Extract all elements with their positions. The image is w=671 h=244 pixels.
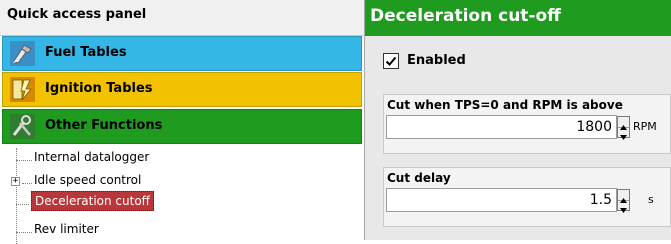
rpm-unit-label: RPM xyxy=(633,120,657,133)
category-ignition-tables-label: Ignition Tables xyxy=(45,81,153,96)
cut-delay-label: Cut delay xyxy=(387,171,451,185)
rpm-threshold-group: Cut when TPS=0 and RPM is above 1800 RPM xyxy=(383,94,671,154)
rpm-threshold-value: 1800 xyxy=(576,119,612,135)
tree-branch-line xyxy=(16,160,32,161)
tree-item-label: Internal datalogger xyxy=(34,150,150,164)
category-other-functions[interactable]: Other Functions xyxy=(2,109,362,144)
tree-item-label-selected: Deceleration cutoff xyxy=(31,191,154,211)
fuel-injector-icon xyxy=(10,41,35,66)
tree-item-internal-datalogger[interactable]: Internal datalogger xyxy=(16,150,150,171)
rpm-threshold-input[interactable]: 1800 xyxy=(386,115,617,139)
expand-plus-icon[interactable]: + xyxy=(11,177,20,186)
settings-panel: Deceleration cut-off Enabled Cut when TP… xyxy=(365,0,671,240)
category-fuel-tables-label: Fuel Tables xyxy=(45,45,127,60)
cut-delay-input[interactable]: 1.5 xyxy=(386,188,617,212)
spin-down-icon[interactable] xyxy=(618,200,629,213)
category-fuel-tables[interactable]: Fuel Tables xyxy=(2,36,362,71)
tree-branch-line xyxy=(16,232,32,233)
category-other-functions-label: Other Functions xyxy=(45,118,163,133)
quick-access-panel: Quick access panel Fuel Tables Ignition … xyxy=(0,0,365,244)
tree-item-label: Idle speed control xyxy=(34,173,142,187)
enabled-label: Enabled xyxy=(407,53,466,68)
cut-delay-group: Cut delay 1.5 s xyxy=(383,167,671,227)
cut-delay-spinner[interactable] xyxy=(617,189,630,213)
spin-down-icon[interactable] xyxy=(618,127,629,140)
rpm-spinner[interactable] xyxy=(617,116,630,140)
tools-icon xyxy=(10,114,35,139)
tree-branch-line xyxy=(22,183,32,184)
checkmark-icon xyxy=(385,56,397,66)
cut-delay-unit-label: s xyxy=(648,193,654,206)
cut-delay-value: 1.5 xyxy=(589,192,612,208)
settings-panel-title: Deceleration cut-off xyxy=(365,0,671,36)
tree-connector-line xyxy=(16,148,17,244)
tree-branch-line xyxy=(16,204,29,205)
ignition-spark-icon xyxy=(10,77,35,102)
enabled-checkbox[interactable] xyxy=(383,53,399,69)
quick-access-panel-title: Quick access panel xyxy=(0,0,364,36)
rpm-threshold-label: Cut when TPS=0 and RPM is above xyxy=(387,98,623,112)
tree-item-label: Rev limiter xyxy=(34,222,99,236)
category-ignition-tables[interactable]: Ignition Tables xyxy=(2,72,362,107)
tree-item-deceleration-cutoff[interactable]: Deceleration cutoff xyxy=(16,191,154,215)
